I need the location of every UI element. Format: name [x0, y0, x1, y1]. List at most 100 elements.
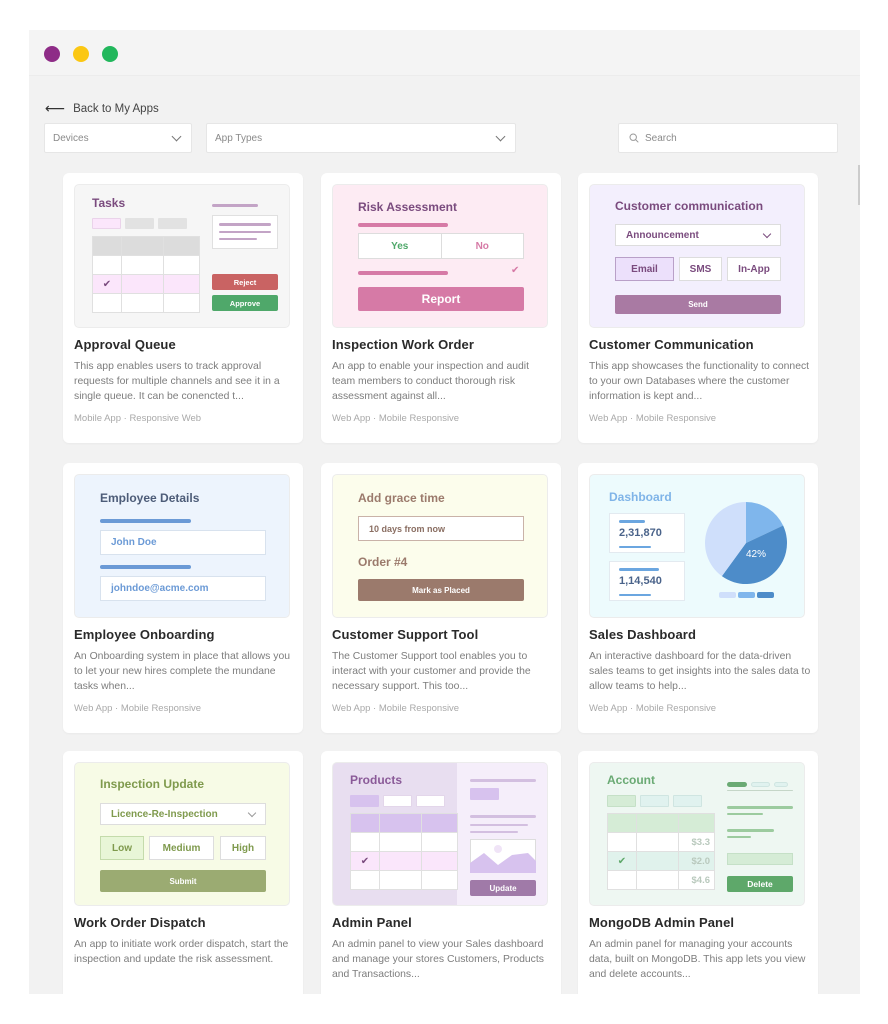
preview-line	[727, 829, 774, 832]
card-description: An Onboarding system in place that allow…	[74, 651, 291, 692]
preview-grace-input: 10 days from now	[358, 516, 524, 541]
card-description: An interactive dashboard for the data-dr…	[589, 651, 811, 692]
close-window-button[interactable]	[44, 46, 60, 62]
minimize-window-button[interactable]	[73, 46, 89, 62]
preview-table: $3.3 ✔ $2.0 $4.6	[607, 813, 715, 890]
preview-line	[358, 223, 448, 227]
search-placeholder: Search	[645, 132, 677, 144]
preview-input	[727, 853, 793, 865]
preview-dropdown: Licence-Re-Inspection	[100, 803, 266, 825]
devices-value: Devices	[53, 132, 89, 144]
chevron-down-icon	[495, 131, 506, 141]
preview-tab	[92, 218, 121, 229]
card-preview: Dashboard 2,31,870 1,14,540 42%	[589, 474, 805, 618]
preview-line	[212, 204, 258, 207]
app-card-employee-onboarding[interactable]: Employee Details John Doe johndoe@acme.c…	[63, 463, 303, 733]
search-icon	[629, 133, 639, 143]
back-to-my-apps-link[interactable]: ⟵ Back to My Apps	[45, 100, 159, 117]
preview-line	[727, 806, 793, 809]
preview-channel-sms: SMS	[679, 257, 722, 281]
app-card-approval-queue[interactable]: Tasks ✔ Reject Approve Approval Queue Th…	[63, 173, 303, 443]
preview-table: ✔	[92, 236, 200, 313]
check-icon: ✔	[511, 265, 520, 276]
app-types-dropdown[interactable]: App Types	[206, 123, 516, 153]
preview-heading: Products	[350, 773, 403, 787]
preview-heading: Dashboard	[609, 490, 672, 504]
preview-tab	[673, 795, 702, 807]
preview-name-field: John Doe	[100, 530, 266, 555]
app-card-work-order-dispatch[interactable]: Inspection Update Licence-Re-Inspection …	[63, 751, 303, 994]
card-title: Admin Panel	[332, 915, 412, 930]
app-card-inspection-work-order[interactable]: Risk Assessment Yes No ✔ Report Inspecti…	[321, 173, 561, 443]
card-tags: Web App · Mobile Responsive	[332, 413, 460, 424]
preview-textbox	[212, 215, 278, 249]
app-card-admin-panel[interactable]: Products ✔ Update Admin Panel An admin p…	[321, 751, 561, 994]
card-tags: Web App · Mobile Responsive	[74, 703, 202, 714]
card-tags: Web App · Mobile Responsive	[589, 703, 717, 714]
legend-swatch	[719, 592, 736, 598]
preview-line	[358, 271, 448, 275]
check-icon: ✔	[607, 851, 637, 871]
amount-cell: $2.0	[678, 851, 715, 871]
search-input[interactable]: Search	[618, 123, 838, 153]
preview-dropdown: Announcement	[615, 224, 781, 246]
preview-tab	[158, 218, 187, 229]
card-preview: Tasks ✔ Reject Approve	[74, 184, 290, 328]
preview-yes: Yes	[359, 234, 442, 258]
preview-heading: Customer communication	[615, 199, 764, 213]
card-description: An app to enable your inspection and aud…	[332, 361, 529, 402]
preview-delete-button: Delete	[727, 876, 793, 892]
card-description: An app to initiate work order dispatch, …	[74, 939, 289, 965]
preview-line	[727, 813, 763, 815]
chevron-down-icon	[171, 131, 182, 141]
title-bar	[29, 30, 860, 76]
card-title: Approval Queue	[74, 337, 176, 352]
app-card-customer-support-tool[interactable]: Add grace time 10 days from now Order #4…	[321, 463, 561, 733]
preview-chip	[470, 788, 499, 800]
preview-tab	[607, 795, 636, 807]
chevron-down-icon	[247, 808, 257, 817]
preview-channel-in-app: In-App	[727, 257, 781, 281]
preview-line	[727, 836, 751, 838]
app-card-customer-communication[interactable]: Customer communication Announcement Emai…	[578, 173, 818, 443]
card-tags: Web App · Mobile Responsive	[332, 703, 460, 714]
maximize-window-button[interactable]	[102, 46, 118, 62]
card-preview: Inspection Update Licence-Re-Inspection …	[74, 762, 290, 906]
preview-mark-placed-button: Mark as Placed	[358, 579, 524, 601]
amount-cell: $3.3	[678, 832, 715, 852]
card-title: Customer Communication	[589, 337, 754, 352]
preview-dropdown-value: Announcement	[626, 229, 699, 241]
app-card-sales-dashboard[interactable]: Dashboard 2,31,870 1,14,540 42% Sales Da…	[578, 463, 818, 733]
preview-approve-button: Approve	[212, 295, 278, 311]
card-description: An admin panel for managing your account…	[589, 939, 806, 980]
scrollbar[interactable]	[858, 165, 860, 205]
card-title: MongoDB Admin Panel	[589, 915, 735, 930]
preview-tab	[350, 795, 379, 807]
card-preview: Products ✔ Update	[332, 762, 548, 906]
preview-stat-card: 1,14,540	[609, 561, 685, 601]
preview-tab	[640, 795, 669, 807]
preview-no: No	[475, 240, 489, 252]
card-description: An admin panel to view your Sales dashbo…	[332, 939, 544, 980]
preview-heading: Risk Assessment	[358, 200, 457, 214]
preview-line	[470, 779, 536, 782]
preview-line	[100, 519, 191, 523]
arrow-left-icon: ⟵	[45, 100, 66, 116]
preview-order: Order #4	[358, 555, 408, 569]
preview-line	[470, 831, 518, 833]
card-preview: Customer communication Announcement Emai…	[589, 184, 805, 328]
card-title: Work Order Dispatch	[74, 915, 206, 930]
card-description: This app enables users to track approval…	[74, 361, 280, 402]
preview-send-button: Send	[615, 295, 781, 314]
card-description: This app showcases the functionality to …	[589, 361, 810, 402]
preview-divider	[727, 790, 793, 791]
preview-tab	[416, 795, 445, 807]
card-tags: Web App · Mobile Responsive	[589, 413, 717, 424]
preview-report-button: Report	[358, 287, 524, 311]
preview-pill	[727, 782, 747, 787]
preview-channel-email: Email	[615, 257, 674, 281]
card-description: The Customer Support tool enables you to…	[332, 651, 531, 692]
devices-dropdown[interactable]: Devices	[44, 123, 192, 153]
card-preview: Add grace time 10 days from now Order #4…	[332, 474, 548, 618]
app-card-mongodb-admin-panel[interactable]: Account $3.3 ✔ $2.0 $4.6 Delete MongoDB A…	[578, 751, 818, 994]
